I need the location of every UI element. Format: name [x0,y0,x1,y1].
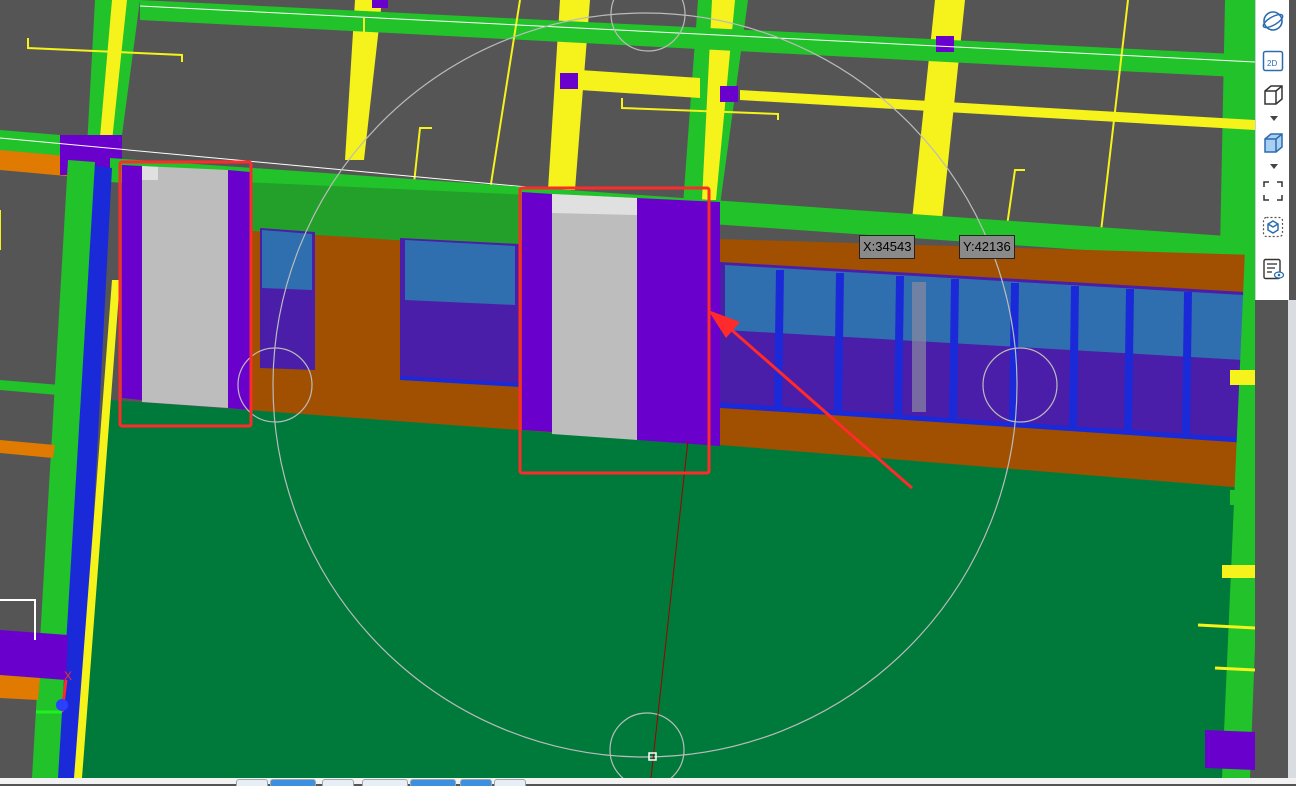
svg-text:X: X [64,669,72,683]
y-coordinate-readout: Y:42136 [959,235,1015,259]
orbit-icon[interactable] [1260,8,1286,34]
zoom-extents-icon[interactable] [1260,178,1286,204]
display-settings-icon[interactable] [1260,256,1286,282]
bottom-tool-button[interactable] [410,779,456,786]
svg-text:2D: 2D [1267,59,1277,68]
bottom-toolbar [0,778,1296,784]
3d-shaded-icon[interactable] [1260,130,1286,156]
bottom-tool-button[interactable] [494,779,526,786]
2d-view-icon[interactable]: 2D [1260,48,1286,74]
scrollbar-track[interactable] [1288,300,1296,784]
bottom-tool-button[interactable] [270,779,316,786]
column-middle [522,192,720,446]
bottom-tool-button[interactable] [236,779,268,786]
3d-model-viewport[interactable]: X X:34543 Y:42136 [0,0,1255,778]
column-left [122,165,250,410]
view-toolbar: 2D [1255,0,1289,300]
view-cube-icon[interactable] [1260,214,1286,240]
chevron-down-icon[interactable] [1270,116,1278,121]
3d-wireframe-icon[interactable] [1260,82,1286,108]
bottom-tool-button[interactable] [460,779,492,786]
chevron-down-icon[interactable] [1270,164,1278,169]
model-scene: X [0,0,1255,778]
bottom-tool-button[interactable] [362,779,408,786]
bottom-tool-button[interactable] [322,779,354,786]
x-coordinate-readout: X:34543 [859,235,916,259]
